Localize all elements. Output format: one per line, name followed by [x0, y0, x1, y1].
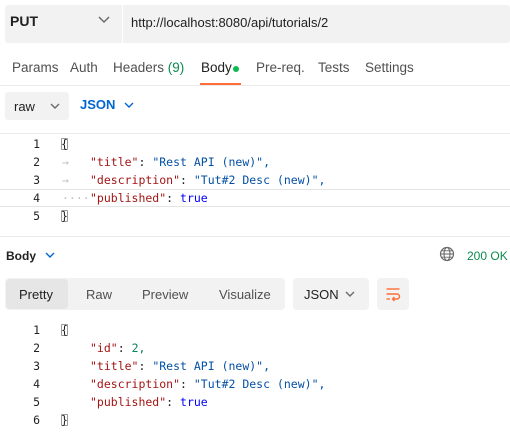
line-number: 6 — [33, 413, 40, 427]
chevron-down-icon — [50, 103, 60, 109]
chevron-down-icon — [98, 16, 110, 24]
indent-guide: ···· — [62, 191, 90, 205]
indent-guide: → — [62, 173, 69, 187]
code-line[interactable]: "title": "Rest API (new)", — [90, 153, 270, 171]
code-line: "title": "Rest API (new)", — [90, 359, 271, 373]
response-body-selector[interactable]: Body — [6, 249, 36, 263]
url-value: http://localhost:8080/api/tutorials/2 — [131, 15, 329, 30]
view-tab-preview[interactable]: Preview — [142, 287, 188, 302]
status-badge[interactable]: 200 OK — [467, 249, 508, 263]
code-line[interactable]: "published": true — [90, 189, 208, 207]
json-key: "published" — [90, 191, 167, 205]
json-value: true — [180, 395, 208, 409]
code-line: "id": 2, — [90, 341, 146, 355]
tabs-divider — [0, 85, 510, 86]
line-number: 3 — [33, 359, 40, 373]
json-value: true — [180, 191, 208, 205]
body-language-selector[interactable]: JSON — [80, 97, 115, 112]
code-line: "description": "Tut#2 Desc (new)", — [90, 377, 326, 391]
body-modified-dot — [233, 66, 239, 72]
view-tab-visualize[interactable]: Visualize — [219, 287, 271, 302]
view-tab-pretty[interactable]: Pretty — [19, 287, 53, 302]
tab-headers-label: Headers — [113, 60, 165, 75]
line-number: 2 — [33, 341, 40, 355]
chevron-down-icon — [124, 102, 134, 108]
tab-params[interactable]: Params — [12, 60, 59, 75]
section-divider — [0, 236, 510, 237]
tab-auth[interactable]: Auth — [70, 60, 98, 75]
json-value: "Rest API (new)", — [152, 155, 271, 169]
method-label: PUT — [10, 13, 38, 29]
line-number: 1 — [33, 137, 40, 151]
json-value: 2, — [131, 341, 146, 355]
tab-pre-request[interactable]: Pre-req. — [256, 60, 305, 75]
code-line[interactable]: "description": "Tut#2 Desc (new)", — [90, 171, 325, 189]
indent-guide: → — [62, 155, 69, 169]
chevron-down-icon — [45, 252, 55, 258]
json-key: "description" — [90, 377, 181, 391]
json-value: "Rest API (new)", — [152, 359, 271, 373]
body-mode-label: raw — [14, 99, 35, 114]
json-key: "id" — [90, 341, 118, 355]
line-number: 5 — [33, 395, 40, 409]
tab-tests[interactable]: Tests — [318, 60, 350, 75]
tab-headers-count: (9) — [167, 60, 185, 75]
json-key: "published" — [90, 395, 167, 409]
chevron-down-icon — [345, 291, 355, 297]
line-number: 4 — [33, 377, 40, 391]
line-number: 1 — [33, 323, 40, 337]
globe-icon[interactable] — [439, 246, 455, 262]
editor-border — [0, 133, 510, 134]
code-line: { — [61, 137, 68, 151]
json-key: "title" — [90, 359, 139, 373]
json-key: "description" — [90, 173, 181, 187]
tab-settings[interactable]: Settings — [365, 60, 414, 75]
line-number: 3 — [33, 173, 40, 187]
code-line: "published": true — [90, 395, 208, 409]
wrap-lines-icon — [386, 288, 401, 302]
line-number: 5 — [33, 209, 40, 223]
line-number: 4 — [33, 191, 40, 205]
tab-headers[interactable]: Headers (9) — [113, 60, 184, 75]
view-tab-raw[interactable]: Raw — [86, 287, 112, 302]
tab-body[interactable]: Body — [201, 60, 232, 75]
json-value: "Tut#2 Desc (new)", — [193, 377, 326, 391]
code-line: } — [61, 413, 68, 427]
response-format-label: JSON — [304, 287, 339, 302]
code-line: } — [61, 209, 68, 223]
line-number: 2 — [33, 155, 40, 169]
json-key: "title" — [90, 155, 139, 169]
json-value: "Tut#2 Desc (new)", — [193, 173, 326, 187]
code-line: { — [61, 323, 68, 337]
